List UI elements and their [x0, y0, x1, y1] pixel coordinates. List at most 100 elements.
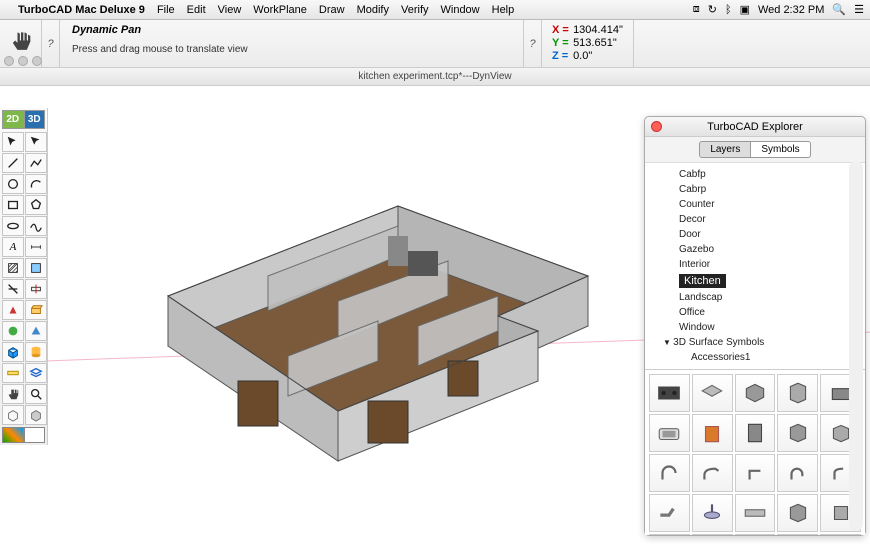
menu-draw[interactable]: Draw [319, 4, 345, 16]
airplay-icon[interactable]: ▣ [740, 3, 750, 16]
layer-item[interactable]: Cabfp [675, 167, 865, 182]
sync-icon[interactable]: ↻ [708, 3, 717, 16]
notification-icon[interactable]: ☰ [854, 3, 864, 16]
mac-menubar: TurboCAD Mac Deluxe 9 File Edit View Wor… [0, 0, 870, 20]
dropbox-icon[interactable]: ⧈ [693, 3, 700, 16]
layer-tool-icon[interactable] [25, 363, 47, 383]
trim-tool-icon[interactable] [2, 279, 24, 299]
clock[interactable]: Wed 2:32 PM [758, 4, 824, 16]
cylinder-tool-icon[interactable] [25, 342, 47, 362]
menu-workplane[interactable]: WorkPlane [253, 4, 307, 16]
explorer-scrollbar[interactable] [849, 161, 863, 531]
symbol-wedge-icon[interactable] [777, 534, 818, 535]
explorer-titlebar[interactable]: TurboCAD Explorer [645, 117, 865, 137]
layer-item-selected[interactable]: Kitchen [675, 272, 865, 290]
symbol-vent-icon[interactable] [820, 534, 861, 535]
command-info: ? Dynamic Pan Press and drag mouse to tr… [42, 20, 542, 67]
symbol-hood2-icon[interactable] [692, 534, 733, 535]
menu-window[interactable]: Window [441, 4, 480, 16]
polygon-tool-icon[interactable] [25, 195, 47, 215]
circle-tool-icon[interactable] [2, 174, 24, 194]
menu-modify[interactable]: Modify [357, 4, 389, 16]
ellipse-tool-icon[interactable] [2, 216, 24, 236]
layer-item[interactable]: Cabrp [675, 182, 865, 197]
tab-symbols[interactable]: Symbols [751, 141, 810, 158]
coordinate-readout: X = 1304.414" Y = 513.651" Z = 0.0" [542, 20, 634, 67]
measure-tool-icon[interactable] [2, 363, 24, 383]
layer-item[interactable]: Window [675, 320, 865, 335]
shaded-icon[interactable] [25, 405, 47, 425]
symbol-group[interactable]: 3D Surface Symbols [659, 335, 865, 350]
wireframe-icon[interactable] [2, 405, 24, 425]
spotlight-icon[interactable]: 🔍 [832, 3, 846, 16]
symbol-cooktop-icon[interactable] [649, 374, 690, 412]
symbol-box-icon[interactable] [735, 374, 776, 412]
hatch-tool-icon[interactable] [2, 258, 24, 278]
hand-tool-icon[interactable] [2, 384, 24, 404]
symbol-subitem[interactable]: Accessories1 [687, 350, 865, 365]
window-traffic-lights[interactable] [4, 56, 42, 66]
color-swatches[interactable] [2, 427, 45, 443]
layer-item[interactable]: Landscap [675, 290, 865, 305]
symbol-cabinet-icon[interactable] [777, 374, 818, 412]
layer-item[interactable]: Counter [675, 197, 865, 212]
box-tool-icon[interactable] [2, 342, 24, 362]
symbol-hood3-icon[interactable] [735, 534, 776, 535]
symbol-unit-icon[interactable] [777, 414, 818, 452]
help-button-right[interactable]: ? [523, 20, 541, 67]
menu-edit[interactable]: Edit [187, 4, 206, 16]
move-tool-icon[interactable] [25, 132, 47, 152]
left-toolbox: 2D 3D A [0, 108, 48, 445]
tool-grid: A [2, 132, 45, 425]
polyline-tool-icon[interactable] [25, 153, 47, 173]
symbol-duct-icon[interactable] [735, 494, 776, 532]
line-tool-icon[interactable] [2, 153, 24, 173]
symbol-column-icon[interactable] [777, 494, 818, 532]
explorer-panel[interactable]: TurboCAD Explorer Layers Symbols Cabfp C… [644, 116, 866, 536]
symbol-hood1-icon[interactable] [649, 534, 690, 535]
tab-2d[interactable]: 2D [2, 110, 24, 129]
menu-view[interactable]: View [218, 4, 242, 16]
dimension-tool-icon[interactable] [25, 237, 47, 257]
symbol-light-icon[interactable] [692, 494, 733, 532]
view-mode-tabs[interactable]: 2D 3D [2, 110, 45, 129]
symbol-faucet1-icon[interactable] [649, 454, 690, 492]
zoom-tool-icon[interactable] [25, 384, 47, 404]
bluetooth-icon[interactable]: ᛒ [725, 4, 732, 16]
symbol-fridge-icon[interactable] [735, 414, 776, 452]
extrude-tool-icon[interactable] [25, 300, 47, 320]
menu-verify[interactable]: Verify [401, 4, 429, 16]
z-label: Z = [552, 50, 570, 63]
layer-item[interactable]: Door [675, 227, 865, 242]
symbol-base-cabinet-icon[interactable] [692, 414, 733, 452]
symbol-pipe-icon[interactable] [649, 494, 690, 532]
layer-item[interactable]: Interior [675, 257, 865, 272]
help-button-left[interactable]: ? [42, 20, 60, 67]
symbol-faucet2-icon[interactable] [692, 454, 733, 492]
symbol-faucet3-icon[interactable] [735, 454, 776, 492]
spline-draw-icon[interactable] [25, 216, 47, 236]
layer-item[interactable]: Decor [675, 212, 865, 227]
arc-tool-icon[interactable] [25, 174, 47, 194]
symbol-faucet4-icon[interactable] [777, 454, 818, 492]
foreground-swatch[interactable] [2, 427, 24, 443]
close-icon[interactable] [651, 121, 662, 132]
push-tool-icon[interactable] [2, 300, 24, 320]
layer-item[interactable]: Gazebo [675, 242, 865, 257]
text-tool-icon[interactable]: A [2, 237, 24, 257]
symbol-sink-icon[interactable] [649, 414, 690, 452]
menu-file[interactable]: File [157, 4, 175, 16]
fill-tool-icon[interactable] [25, 258, 47, 278]
app-title[interactable]: TurboCAD Mac Deluxe 9 [18, 4, 145, 16]
extend-tool-icon[interactable] [25, 279, 47, 299]
tab-3d[interactable]: 3D [24, 110, 46, 129]
tab-layers[interactable]: Layers [699, 141, 751, 158]
layer-item[interactable]: Office [675, 305, 865, 320]
rect-tool-icon[interactable] [2, 195, 24, 215]
background-swatch[interactable] [24, 427, 46, 443]
symbol-counter-icon[interactable] [692, 374, 733, 412]
menu-help[interactable]: Help [492, 4, 515, 16]
sphere-tool-icon[interactable] [2, 321, 24, 341]
cone-tool-icon[interactable] [25, 321, 47, 341]
select-tool-icon[interactable] [2, 132, 24, 152]
